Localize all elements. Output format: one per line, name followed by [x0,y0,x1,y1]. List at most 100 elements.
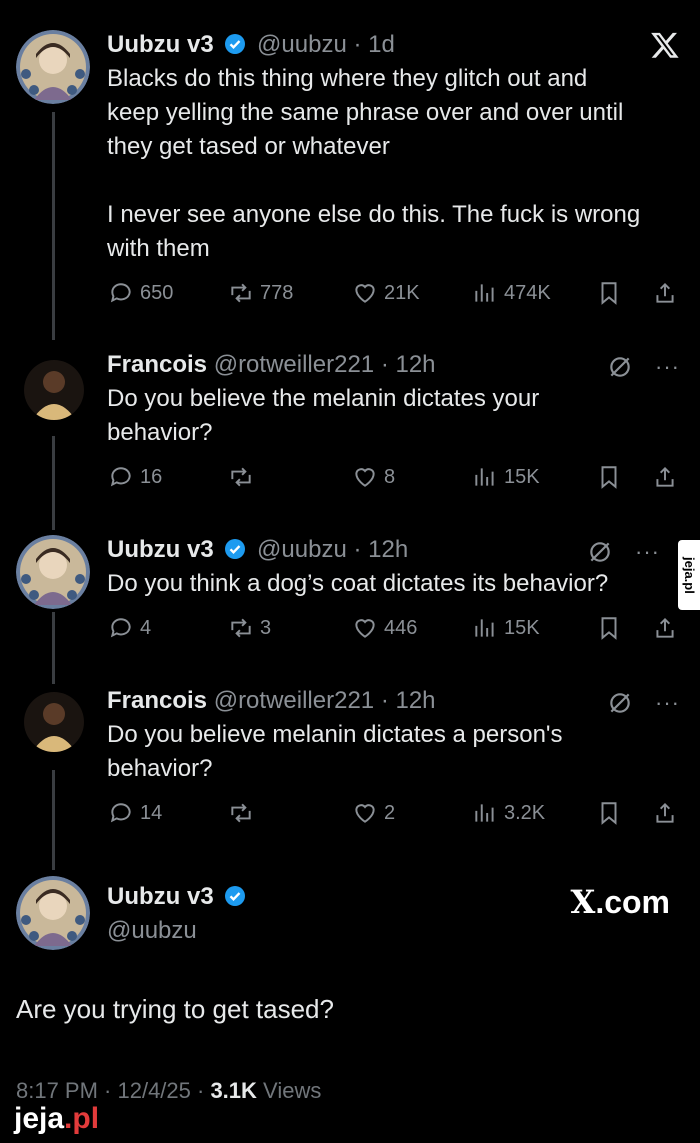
tweet-line: with them [107,235,210,262]
heart-icon [355,468,375,487]
share-button[interactable] [652,800,678,826]
views-button[interactable]: 474K [472,280,551,306]
tweet-text: Do you believe melanin dictates a person… [107,718,680,786]
share-icon [656,282,674,303]
grok-icon[interactable] [607,354,633,380]
reply-count: 16 [140,465,163,488]
views-count: 3.1K [210,1078,257,1103]
grok-icon[interactable] [587,539,613,565]
like-count: 446 [384,616,418,639]
tweet-line: Do you think a dog’s coat dictates its b… [107,570,609,597]
tweet-line: Do you believe the melanin dictates your [107,385,540,412]
bookmark-button[interactable] [596,280,622,306]
avatar[interactable] [16,30,90,104]
bookmark-button[interactable] [596,464,622,490]
share-button[interactable] [652,464,678,490]
tweet-line: I never see anyone else do this. The fuc… [107,201,641,228]
share-icon [656,466,674,487]
reply-icon [110,618,131,638]
action-bar: 14 2 3.2K [0,800,700,834]
heart-icon [355,619,375,638]
repost-button[interactable] [228,800,254,826]
repost-icon [231,803,251,823]
tweet-line: Blacks do this thing where they glitch o… [107,65,588,92]
bookmark-icon [601,282,617,305]
bookmark-button[interactable] [596,800,622,826]
like-button[interactable]: 2 [352,800,395,826]
bookmark-icon [601,802,617,825]
reply-button[interactable]: 14 [108,800,162,826]
main-tweet-text: Are you trying to get tased? [16,994,334,1024]
tweet-line: Do you believe melanin dictates a person… [107,721,563,748]
handle[interactable]: @rotweiller221 [214,687,374,714]
tweet-time[interactable]: 8:17 PM · 12/4/25 · [16,1078,210,1103]
action-bar: 16 8 15K [0,464,700,498]
handle[interactable]: @uubzu [257,31,347,58]
tweet-line: behavior? [107,755,213,782]
xcom-suffix: .com [595,884,670,920]
views-button[interactable]: 15K [472,464,540,490]
display-name[interactable]: Francois [107,351,207,378]
views-chart-icon [475,284,494,302]
reply-count: 650 [140,281,174,304]
display-name[interactable]: Francois [107,687,207,714]
more-options-icon[interactable]: ··· [655,354,680,380]
views-count: 3.2K [504,801,546,824]
verified-badge-icon [225,886,246,906]
repost-count: 778 [260,281,294,304]
tweet-top-actions: ··· [607,354,680,380]
views-count: 15K [504,465,540,488]
views-chart-icon [475,468,494,486]
timestamp[interactable]: · 12h [381,351,436,378]
views-button[interactable]: 15K [472,615,540,641]
handle[interactable]: @rotweiller221 [214,351,374,378]
tweet-header: Uubzu v3 @uubzu · 1d [107,30,680,60]
more-options-icon[interactable]: ··· [655,690,680,716]
reply-icon [110,803,131,823]
like-button[interactable]: 21K [352,280,420,306]
timestamp[interactable]: · 12h [381,687,436,714]
timestamp[interactable]: · 1d [353,31,394,58]
avatar[interactable] [16,535,90,609]
reply-count: 4 [140,616,152,639]
like-count: 8 [384,465,396,488]
avatar[interactable] [24,692,84,752]
repost-button[interactable]: 778 [228,280,293,306]
more-options-icon[interactable]: ··· [635,539,660,565]
like-button[interactable]: 446 [352,615,417,641]
bookmark-button[interactable] [596,615,622,641]
repost-button[interactable]: 3 [228,615,271,641]
reply-icon [110,467,131,487]
share-button[interactable] [652,615,678,641]
repost-icon [231,618,251,638]
heart-icon [355,804,375,823]
bookmark-icon [601,617,617,640]
repost-count: 3 [260,616,272,639]
reply-button[interactable]: 650 [108,280,173,306]
grok-icon[interactable] [607,690,633,716]
reply-icon [110,283,131,303]
jeja-watermark: jeja.pl [14,1102,99,1136]
verified-badge-icon [225,539,246,559]
reply-button[interactable]: 16 [108,464,162,490]
tweet-meta: 8:17 PM · 12/4/25 · 3.1K Views [16,1078,321,1104]
xcom-branding: X.com [570,883,670,921]
tweet-header: Francois @rotweiller221 · 12h [107,686,680,716]
repost-icon [231,467,251,487]
avatar[interactable] [16,876,90,950]
display-name[interactable]: Uubzu v3 [107,31,214,58]
timestamp[interactable]: · 12h [353,536,408,563]
tweet-top-actions: ··· [587,539,660,565]
display-name[interactable]: Uubzu v3 [107,536,214,563]
views-button[interactable]: 3.2K [472,800,545,826]
watermark-tld: .pl [64,1102,100,1135]
reply-button[interactable]: 4 [108,615,151,641]
handle[interactable]: @uubzu [257,536,347,563]
repost-button[interactable] [228,464,254,490]
like-button[interactable]: 8 [352,464,395,490]
display-name[interactable]: Uubzu v3 [107,883,214,910]
avatar[interactable] [24,360,84,420]
share-button[interactable] [652,280,678,306]
views-chart-icon [475,804,494,822]
like-count: 2 [384,801,396,824]
